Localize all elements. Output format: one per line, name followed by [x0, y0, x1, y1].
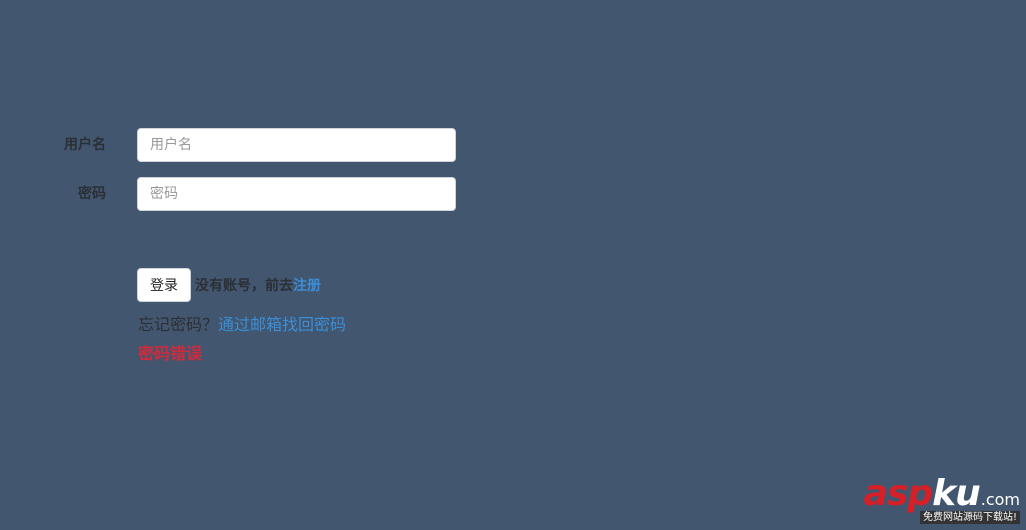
site-watermark-logo: aspku.com 免费网站源码下载站!	[850, 474, 1020, 524]
watermark-brand-white: ku	[932, 473, 981, 514]
no-account-text: 没有账号，前去	[195, 278, 293, 294]
forgot-password-text: 忘记密码？	[138, 315, 219, 334]
forgot-password-line: 忘记密码？通过邮箱找回密码	[138, 311, 346, 335]
password-label: 密码	[78, 186, 106, 202]
watermark-tagline: 免费网站源码下载站!	[919, 511, 1020, 524]
watermark-domain: .com	[980, 490, 1020, 509]
login-button[interactable]: 登录	[137, 268, 191, 302]
error-message: 密码错误	[138, 344, 203, 363]
username-label: 用户名	[64, 137, 106, 153]
password-input[interactable]	[137, 177, 456, 211]
username-row: 用户名	[0, 128, 480, 162]
watermark-brand-red: asp	[863, 473, 933, 514]
register-link[interactable]: 注册	[293, 275, 321, 295]
username-input[interactable]	[137, 128, 456, 162]
recover-by-email-link[interactable]: 通过邮箱找回密码	[218, 315, 346, 334]
password-row: 密码	[0, 177, 480, 211]
login-line: 登录 没有账号，前去 注册	[137, 268, 321, 302]
